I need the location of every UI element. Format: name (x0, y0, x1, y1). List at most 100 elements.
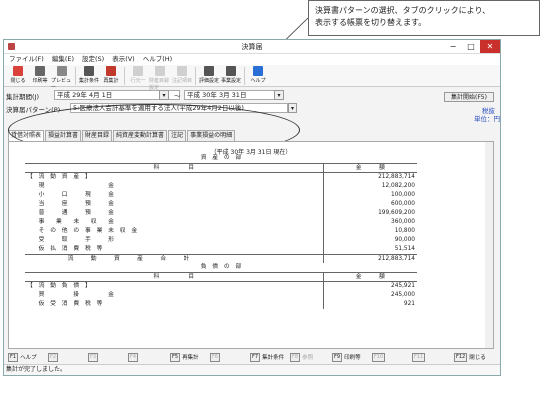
row-amount: 12,082,200 (381, 182, 415, 189)
note-icon (177, 66, 187, 76)
title-bar: 決算届 − □ ✕ (4, 40, 500, 54)
tab-business-pl-details[interactable]: 事業損益の明細 (187, 130, 236, 141)
tab-income-statement[interactable]: 損益計算書 (45, 130, 82, 141)
filter-icon (84, 66, 94, 76)
row-item: そ の 他 の 事 業 未 収 金 (25, 226, 324, 236)
tab-property-list[interactable]: 財産目録 (82, 130, 113, 141)
function-key-f10[interactable]: F10 (372, 352, 412, 363)
table-row: 現 金 12,082,200 (25, 181, 417, 191)
toolbar-button-5[interactable]: 行元一 (127, 65, 149, 84)
pattern-select[interactable]: 5:医療法人会計基準を適用する法人(平成29年4月2日以後) (70, 103, 288, 113)
function-key-label: F1 (8, 353, 19, 362)
function-key-text: 再集計 (182, 354, 199, 361)
function-key-f6[interactable]: F6 (210, 352, 250, 363)
function-key-f1[interactable]: F1 ヘルプ (8, 352, 48, 363)
toolbar-label: 集計条件 (78, 78, 99, 84)
row-item: 科 目 (25, 271, 324, 282)
toolbar-button-4[interactable]: 再集計 (100, 65, 122, 84)
liability-section-header: 負 債 の 部 (25, 263, 417, 273)
toolbar-button-1[interactable]: 印刷等 (29, 65, 51, 84)
tab-net-assets-changes[interactable]: 純資産変動計算書 (113, 130, 168, 141)
maximize-button[interactable]: □ (462, 40, 480, 53)
row-amount: 245,921 (391, 283, 415, 290)
from-month-unit: 月 (93, 91, 100, 99)
function-key-f12[interactable]: F12 閉じる (454, 352, 494, 363)
toolbar-button-3[interactable]: 集計条件 (78, 65, 100, 84)
period-label: 集計期間(J) (6, 93, 39, 101)
period-to-field[interactable]: 平成 30年 3月 31日 (184, 90, 284, 100)
start-aggregation-button[interactable]: 集計開始(F5) (444, 92, 494, 102)
tab-notes[interactable]: 注記 (168, 130, 187, 141)
printer-icon (35, 66, 45, 76)
function-key-f4[interactable]: F4 (128, 352, 170, 363)
toolbar-label: 事業設定 (220, 78, 241, 84)
vertical-scrollbar[interactable] (485, 142, 493, 348)
row-item: 科 目 (25, 162, 324, 173)
tab-balance-sheet[interactable]: 貸借対照表 (8, 130, 45, 141)
section-title: 負 債 の 部 (25, 263, 417, 273)
table-row: そ の 他 の 事 業 未 収 金 10,800 (25, 226, 417, 236)
business-icon (226, 66, 236, 76)
row-item: 仮 払 消 費 税 等 (25, 244, 324, 255)
close-window-button[interactable]: ✕ (480, 40, 500, 53)
function-key-f11[interactable]: F11 (412, 352, 454, 363)
row-amount: 100,000 (391, 191, 415, 198)
close-icon (13, 66, 23, 76)
function-key-f5[interactable]: F5 再集計 (170, 352, 210, 363)
to-day-unit: 日 (239, 91, 247, 99)
toolbar: 閉じる 印刷等 プレビュー 集計条件 再集計 行元一 財産目録設定 注記項目 評価設定 事業設定ヘ… (4, 65, 500, 91)
menu-settings[interactable]: 設定(S) (82, 54, 104, 65)
toolbar-separator (195, 67, 196, 85)
function-key-label: F7 (250, 353, 261, 362)
menu-file[interactable]: ファイル(F) (9, 54, 44, 65)
function-key-text: 印刷等 (344, 354, 361, 361)
from-year-unit: 年 (80, 91, 87, 99)
function-key-text: 参照 (302, 354, 314, 361)
toolbar-button-0[interactable]: 閉じる (7, 65, 29, 84)
preview-icon (57, 66, 67, 76)
menu-view[interactable]: 表示(V) (112, 54, 135, 65)
row-amount: 金 額 (323, 271, 417, 282)
from-day-unit: 日 (105, 91, 113, 99)
toolbar-separator (244, 67, 245, 85)
filter-panel: 集計期間(J) 平成 29年 4月 1日 ▾ 〜 平成 30年 3月 31日 ▾… (4, 87, 500, 127)
function-key-label: F8 (290, 353, 301, 362)
function-key-label: F4 (128, 353, 139, 362)
function-key-label: F6 (210, 353, 221, 362)
function-key-f8[interactable]: F8 参照 (290, 352, 332, 363)
row-item: 流 動 資 産 合 計 (25, 253, 324, 264)
row-item: 当 座 預 金 (25, 199, 324, 209)
window-title: 決算届 (241, 43, 263, 51)
function-key-text: ヘルプ (20, 354, 37, 361)
from-calendar-button[interactable]: ▾ (159, 90, 169, 100)
toolbar-button-8[interactable]: 評価設定 (198, 65, 220, 84)
section-title: 資 産 の 部 (25, 154, 417, 164)
toolbar-separator (124, 67, 125, 85)
to-month-unit: 月 (223, 91, 230, 99)
row-item: 事 業 未 収 金 (25, 217, 324, 227)
toolbar-button-7[interactable]: 注記項目 (171, 65, 193, 84)
table-row: 仮 払 消 費 税 等 51,514 (25, 244, 417, 255)
toolbar-button-9[interactable]: 事業設定 (220, 65, 242, 84)
function-key-f3[interactable]: F3 (88, 352, 128, 363)
menu-bar: ファイル(F) 編集(E) 設定(S) 表示(V) ヘルプ(H) (4, 54, 500, 65)
menu-help[interactable]: ヘルプ(H) (143, 54, 172, 65)
toolbar-button-10[interactable]: ヘルプ (247, 65, 269, 84)
to-calendar-button[interactable]: ▾ (274, 90, 284, 100)
balance-sheet-table: 資 産 の 部科 目金 額【 流 動 資 産 】 212,883,714 現 金1… (25, 154, 417, 309)
report-view[interactable]: （平成 30年 3月 31日 現在） 資 産 の 部科 目金 額【 流 動 資 … (8, 141, 494, 349)
function-key-label: F12 (454, 353, 468, 362)
pattern-dropdown-button[interactable]: ▾ (288, 103, 297, 113)
function-key-f2[interactable]: F2 (48, 352, 88, 363)
toolbar-label: 行元一 (130, 78, 146, 84)
row-amount: 212,883,714 (323, 253, 417, 264)
minimize-button[interactable]: − (444, 40, 462, 53)
table-row: 買 掛 金 245,000 (25, 290, 417, 300)
function-key-text: 集計条件 (262, 354, 285, 361)
column-header-row: 科 目金 額 (25, 162, 417, 173)
asset-section-header: 資 産 の 部 (25, 154, 417, 164)
function-key-f7[interactable]: F7 集計条件 (250, 352, 290, 363)
toolbar-label: 印刷等 (32, 78, 48, 84)
menu-edit[interactable]: 編集(E) (52, 54, 74, 65)
function-key-f9[interactable]: F9 印刷等 (332, 352, 372, 363)
